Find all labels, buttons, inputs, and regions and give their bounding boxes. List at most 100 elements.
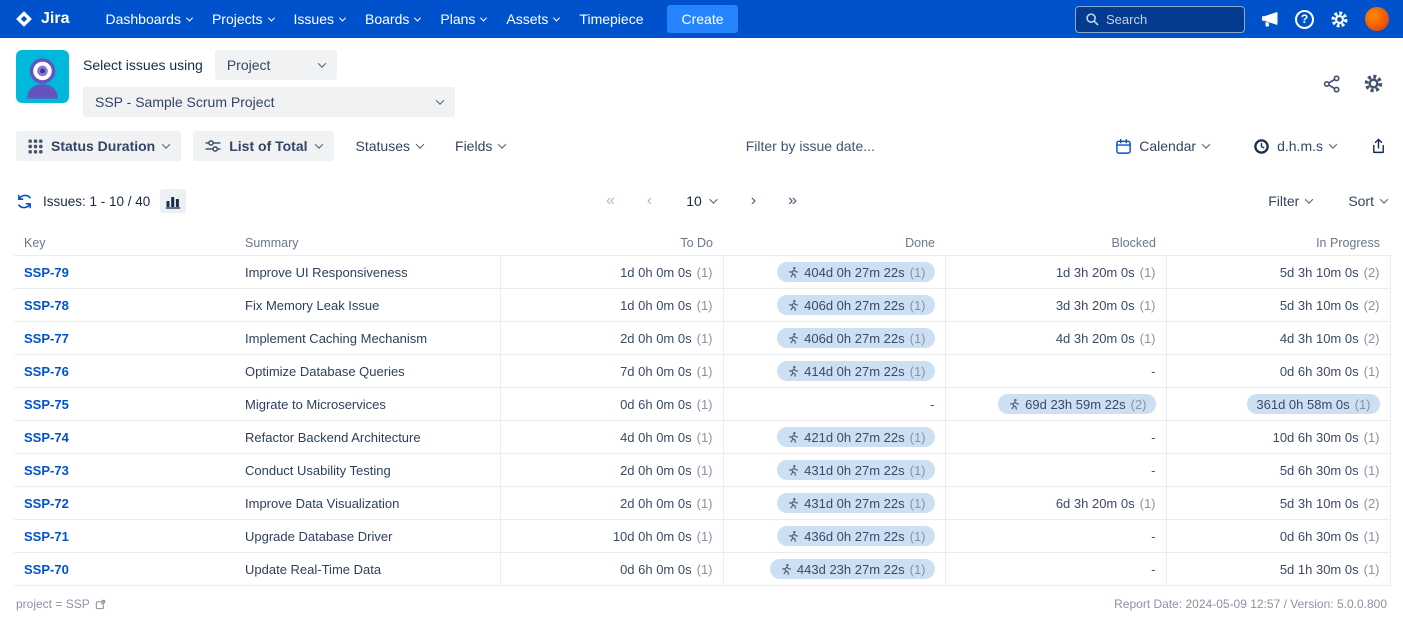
duration-value-highlighted: 406d 0h 27m 22s(1)	[777, 295, 934, 315]
column-header-blocked[interactable]: Blocked	[945, 231, 1166, 256]
project-dropdown[interactable]: SSP - Sample Scrum Project	[83, 87, 455, 117]
duration-value: 7d 0h 0m 0s(1)	[620, 364, 712, 379]
issue-key-link[interactable]: SSP-70	[24, 562, 69, 577]
next-page-button[interactable]: ›	[745, 193, 762, 209]
running-status-icon	[786, 530, 799, 543]
issue-key-link[interactable]: SSP-78	[24, 298, 69, 313]
todo-duration-cell: 10d 0h 0m 0s(1)	[500, 520, 723, 553]
done-duration-cell: 431d 0h 27m 22s(1)	[723, 454, 945, 487]
jql-filter-link[interactable]: project = SSP	[16, 597, 106, 611]
issue-key-link[interactable]: SSP-76	[24, 364, 69, 379]
calendar-dropdown[interactable]: Calendar	[1105, 131, 1219, 161]
duration-value: 2d 0h 0m 0s(1)	[620, 496, 712, 511]
duration-value: 5d 6h 30m 0s(1)	[1280, 463, 1380, 478]
duration-value-highlighted: 414d 0h 27m 22s(1)	[777, 361, 934, 381]
sort-dropdown[interactable]: Sort	[1348, 186, 1387, 216]
nav-item-projects[interactable]: Projects	[202, 3, 284, 35]
issue-key-link[interactable]: SSP-74	[24, 430, 69, 445]
issue-key-link[interactable]: SSP-75	[24, 397, 69, 412]
issue-key-link[interactable]: SSP-71	[24, 529, 69, 544]
issue-source-value: Project	[227, 57, 271, 73]
blocked-duration-cell: -	[945, 355, 1166, 388]
duration-value: 1d 0h 0m 0s(1)	[620, 265, 712, 280]
page-size-dropdown[interactable]: 10	[678, 190, 725, 212]
user-avatar[interactable]	[1365, 7, 1389, 31]
blocked-duration-cell: 4d 3h 20m 0s(1)	[945, 322, 1166, 355]
settings-button[interactable]	[1329, 9, 1350, 30]
report-type-dropdown[interactable]: Status Duration	[16, 131, 181, 161]
running-status-icon	[786, 497, 799, 510]
issue-key-link[interactable]: SSP-72	[24, 496, 69, 511]
chart-view-button[interactable]	[160, 189, 186, 213]
blocked-duration-cell: 3d 3h 20m 0s(1)	[945, 289, 1166, 322]
column-header-key[interactable]: Key	[14, 231, 235, 256]
inprogress-duration-cell: 5d 3h 10m 0s(2)	[1166, 289, 1390, 322]
column-header-summary[interactable]: Summary	[235, 231, 500, 256]
clock-icon	[1253, 138, 1270, 155]
refresh-button[interactable]	[16, 193, 33, 210]
statuses-dropdown[interactable]: Statuses	[346, 131, 433, 161]
column-header-inprogress[interactable]: In Progress	[1166, 231, 1390, 256]
duration-value: 2d 0h 0m 0s(1)	[620, 331, 712, 346]
report-settings-button[interactable]	[1362, 72, 1385, 95]
first-page-button[interactable]: «	[600, 193, 621, 209]
todo-duration-cell: 2d 0h 0m 0s(1)	[500, 487, 723, 520]
issue-row-ssp-70: SSP-70Update Real-Time Data0d 6h 0m 0s(1…	[14, 553, 1390, 586]
inprogress-duration-cell: 5d 3h 10m 0s(2)	[1166, 487, 1390, 520]
running-status-icon	[786, 431, 799, 444]
chevron-down-icon	[710, 195, 718, 203]
issue-key-link[interactable]: SSP-77	[24, 331, 69, 346]
issue-key-link[interactable]: SSP-73	[24, 463, 69, 478]
pager: « ‹ 10 › »	[600, 190, 803, 212]
nav-item-dashboards[interactable]: Dashboards	[95, 3, 202, 35]
column-header-todo[interactable]: To Do	[500, 231, 723, 256]
statuses-label: Statuses	[356, 138, 410, 154]
nav-search[interactable]	[1075, 6, 1245, 33]
view-dropdown[interactable]: List of Total	[193, 131, 333, 161]
jira-brand[interactable]: Jira	[14, 9, 69, 29]
time-format-dropdown[interactable]: d.h.m.s	[1243, 131, 1346, 161]
brand-label: Jira	[41, 10, 69, 28]
feedback-megaphone-button[interactable]	[1260, 9, 1280, 29]
nav-item-assets[interactable]: Assets	[496, 3, 569, 35]
issue-summary-cell: Improve UI Responsiveness	[235, 256, 500, 289]
create-button[interactable]: Create	[667, 5, 737, 33]
column-header-done[interactable]: Done	[723, 231, 945, 256]
done-duration-cell: 414d 0h 27m 22s(1)	[723, 355, 945, 388]
duration-value: 5d 3h 10m 0s(2)	[1280, 298, 1380, 313]
duration-value-highlighted: 436d 0h 27m 22s(1)	[777, 526, 934, 546]
nav-item-plans[interactable]: Plans	[430, 3, 496, 35]
issue-row-ssp-76: SSP-76Optimize Database Queries7d 0h 0m …	[14, 355, 1390, 388]
done-duration-cell: 436d 0h 27m 22s(1)	[723, 520, 945, 553]
issue-summary-cell: Improve Data Visualization	[235, 487, 500, 520]
share-button[interactable]	[1322, 74, 1342, 94]
nav-item-timepiece[interactable]: Timepiece	[569, 3, 653, 35]
issue-key-link[interactable]: SSP-79	[24, 265, 69, 280]
inprogress-duration-cell: 0d 6h 30m 0s(1)	[1166, 520, 1390, 553]
nav-item-issues[interactable]: Issues	[284, 3, 355, 35]
chevron-down-icon	[1380, 195, 1388, 203]
search-input[interactable]	[1106, 12, 1226, 27]
issue-source-dropdown[interactable]: Project	[215, 50, 337, 80]
export-icon	[1370, 138, 1387, 155]
filter-dropdown[interactable]: Filter	[1268, 186, 1312, 216]
nav-item-boards[interactable]: Boards	[355, 3, 430, 35]
issue-summary-cell: Update Real-Time Data	[235, 553, 500, 586]
duration-value: 1d 0h 0m 0s(1)	[620, 298, 712, 313]
last-page-button[interactable]: »	[782, 193, 803, 209]
done-duration-cell: 406d 0h 27m 22s(1)	[723, 322, 945, 355]
chevron-down-icon	[1305, 195, 1313, 203]
chevron-down-icon	[339, 14, 346, 21]
fields-dropdown[interactable]: Fields	[445, 131, 515, 161]
report-type-value: Status Duration	[51, 138, 155, 154]
export-button[interactable]	[1370, 138, 1387, 155]
duration-value: 10d 6h 30m 0s(1)	[1273, 430, 1380, 445]
blocked-duration-cell: -	[945, 421, 1166, 454]
prev-page-button[interactable]: ‹	[641, 193, 658, 209]
issue-date-filter[interactable]: Filter by issue date...	[527, 138, 1093, 154]
help-button[interactable]: ?	[1295, 10, 1314, 29]
duration-value: 0d 6h 30m 0s(1)	[1280, 529, 1380, 544]
todo-duration-cell: 7d 0h 0m 0s(1)	[500, 355, 723, 388]
inprogress-duration-cell: 4d 3h 10m 0s(2)	[1166, 322, 1390, 355]
issues-table: Key Summary To Do Done Blocked In Progre…	[14, 231, 1391, 586]
